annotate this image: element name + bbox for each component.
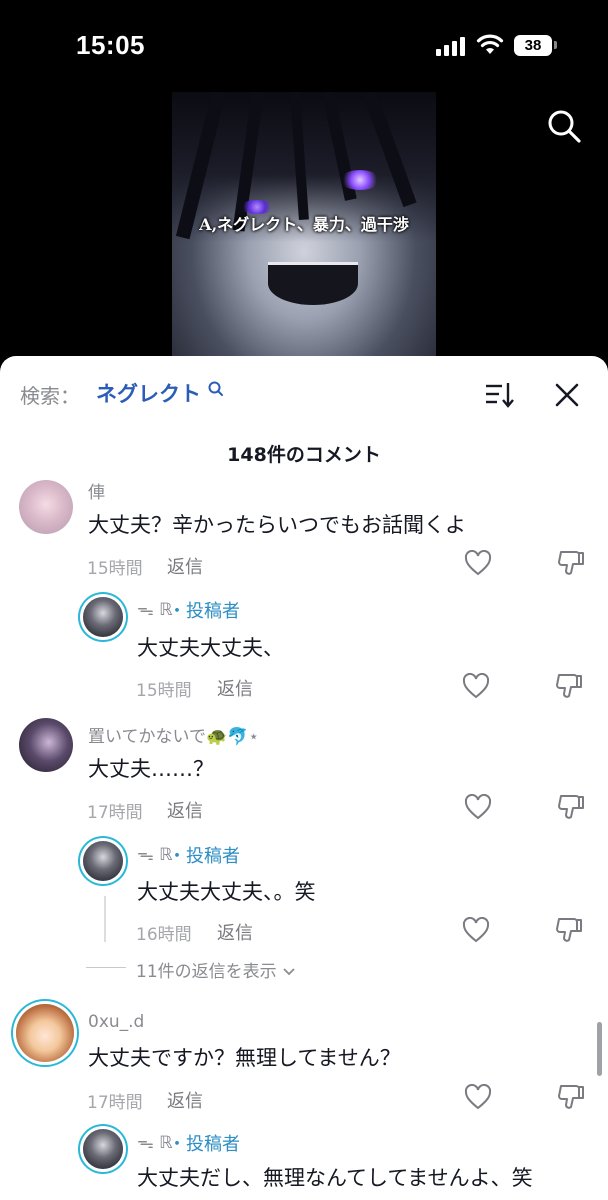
cellular-signal-icon bbox=[436, 36, 468, 56]
heart-icon[interactable] bbox=[464, 1084, 492, 1110]
view-more-divider bbox=[86, 967, 126, 968]
search-icon[interactable] bbox=[546, 108, 582, 144]
close-icon[interactable] bbox=[554, 382, 580, 408]
avatar[interactable] bbox=[83, 1129, 123, 1169]
comment-time: 15時間 bbox=[136, 681, 192, 701]
reply-button[interactable]: 返信 bbox=[167, 1087, 203, 1113]
reply-button[interactable]: 返信 bbox=[167, 797, 203, 823]
comment-text: 大丈夫……？ bbox=[88, 757, 214, 781]
comment-count: 148件のコメント bbox=[227, 444, 381, 466]
search-term-icon[interactable] bbox=[207, 380, 225, 398]
reply-button[interactable]: 返信 bbox=[217, 675, 253, 701]
comment-text: 大丈夫大丈夫、 bbox=[137, 636, 284, 660]
poster-badge: ・投稿者 bbox=[168, 846, 240, 867]
heart-icon[interactable] bbox=[464, 550, 492, 576]
heart-icon[interactable] bbox=[462, 917, 490, 943]
comment-time: 15時間 bbox=[87, 559, 143, 579]
view-more-label: 11件の返信を表示 bbox=[136, 962, 277, 982]
dislike-icon[interactable] bbox=[557, 549, 585, 577]
comment-time: 17時間 bbox=[87, 1093, 143, 1113]
dislike-icon[interactable] bbox=[555, 916, 583, 944]
poster-badge: ・投稿者 bbox=[168, 601, 240, 622]
search-label: 検索： bbox=[20, 384, 80, 408]
comment-author[interactable]: 俥 bbox=[88, 478, 105, 503]
thread-line bbox=[104, 896, 106, 942]
avatar[interactable] bbox=[19, 718, 73, 772]
comment-text: 大丈夫だし、無理なんてしてませんよ、笑 bbox=[137, 1166, 533, 1190]
comment-author[interactable]: 置いてかないで🐢🐬⋆ bbox=[88, 722, 259, 747]
sort-icon[interactable] bbox=[484, 380, 516, 410]
video-preview[interactable]: A,ネグレクト、暴力、過干渉 bbox=[172, 92, 436, 358]
dislike-icon[interactable] bbox=[555, 672, 583, 700]
comments-sheet: 検索： ネグレクト 148件のコメント 俥 大丈夫？辛かったらいつでもお話聞くよ… bbox=[0, 356, 608, 1200]
comment-time: 16時間 bbox=[136, 925, 192, 945]
glow-eye-right bbox=[340, 170, 380, 190]
status-time: 15:05 bbox=[76, 30, 145, 60]
view-more-replies[interactable]: 11件の返信を表示 bbox=[136, 957, 296, 982]
comment-text: 大丈夫ですか？無理してません？ bbox=[88, 1046, 401, 1070]
search-term-link[interactable]: ネグレクト bbox=[96, 378, 201, 408]
avatar[interactable] bbox=[19, 480, 73, 534]
comment-text: 大丈夫大丈夫、。笑 bbox=[137, 880, 316, 904]
scrollbar[interactable] bbox=[597, 1022, 602, 1076]
avatar[interactable] bbox=[16, 1004, 74, 1062]
battery-tip bbox=[554, 41, 557, 49]
avatar[interactable] bbox=[83, 597, 123, 637]
grin bbox=[268, 262, 358, 305]
avatar[interactable] bbox=[83, 841, 123, 881]
reply-button[interactable]: 返信 bbox=[167, 553, 203, 579]
comment-author[interactable]: 0xu_.d bbox=[88, 1012, 144, 1032]
heart-icon[interactable] bbox=[464, 794, 492, 820]
reply-button[interactable]: 返信 bbox=[217, 919, 253, 945]
comment-time: 17時間 bbox=[87, 803, 143, 823]
status-bar: 15:05 38 bbox=[0, 0, 608, 90]
chevron-down-icon bbox=[283, 968, 295, 976]
video-caption: A,ネグレクト、暴力、過干渉 bbox=[199, 215, 409, 234]
heart-icon[interactable] bbox=[462, 673, 490, 699]
dislike-icon[interactable] bbox=[557, 793, 585, 821]
wifi-icon bbox=[476, 34, 504, 54]
comment-text: 大丈夫？辛かったらいつでもお話聞くよ bbox=[88, 513, 466, 537]
poster-badge: ・投稿者 bbox=[168, 1134, 240, 1155]
battery-icon: 38 bbox=[514, 35, 552, 56]
dislike-icon[interactable] bbox=[557, 1083, 585, 1111]
